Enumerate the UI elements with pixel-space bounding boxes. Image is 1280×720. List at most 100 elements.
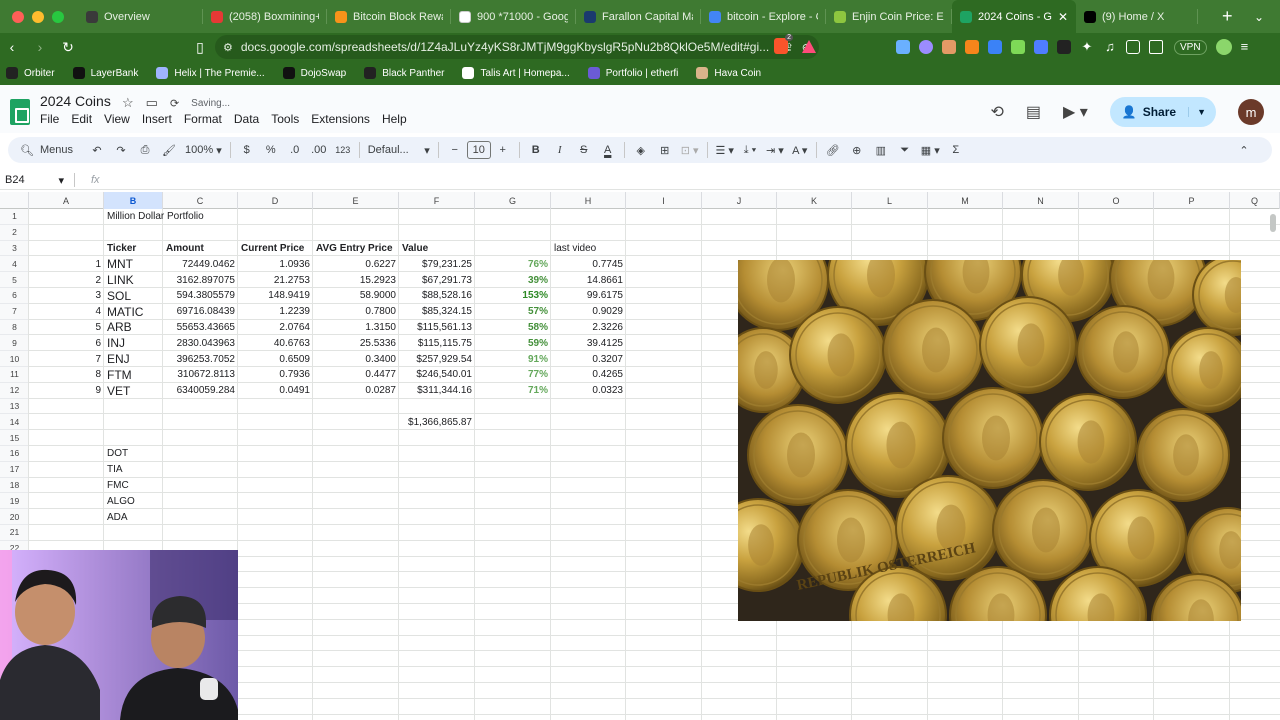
sidebar-icon[interactable] [1126, 40, 1140, 54]
header-avg-entry[interactable]: AVG Entry Price [313, 241, 399, 257]
portfolio-title[interactable]: Million Dollar Portfolio [104, 209, 204, 225]
avatar[interactable]: m [1238, 99, 1264, 125]
comments-icon[interactable]: ▤ [1026, 102, 1041, 122]
bookmark-item[interactable]: Black Panther [364, 67, 444, 79]
site-info-icon[interactable]: ⚙ [223, 41, 233, 54]
redo-icon[interactable]: ↷ [109, 137, 133, 163]
ext-icon-6[interactable] [1011, 40, 1025, 54]
row-header[interactable]: 20 [0, 509, 29, 525]
menu-insert[interactable]: Insert [142, 112, 172, 126]
amount-cell[interactable]: 69716.08439 [163, 304, 238, 320]
ticker-cell[interactable]: INJ [104, 335, 163, 351]
share-dropdown-icon[interactable]: ▼ [1188, 107, 1206, 117]
version-history-icon[interactable]: ⟲ [990, 102, 1003, 122]
wallet-icon[interactable] [1149, 40, 1163, 54]
total-value-cell[interactable]: $1,366,865.87 [399, 414, 475, 430]
amount-cell[interactable]: 396253.7052 [163, 351, 238, 367]
forward-icon[interactable]: › [28, 39, 52, 56]
row-header[interactable]: 9 [0, 335, 29, 352]
column-header-n[interactable]: N [1003, 192, 1079, 209]
value-cell[interactable]: $115,561.13 [399, 320, 475, 336]
row-header[interactable]: 2 [0, 225, 29, 241]
tab-item[interactable]: Bitcoin Block Reward [327, 0, 451, 33]
price-cell[interactable]: 0.0491 [238, 383, 313, 399]
row-header[interactable]: 6 [0, 288, 29, 304]
last-video-cell[interactable]: 14.8661 [551, 272, 626, 288]
row-header[interactable]: 18 [0, 478, 29, 494]
last-video-cell[interactable]: 0.3207 [551, 351, 626, 367]
entry-cell[interactable]: 15.2923 [313, 272, 399, 288]
entry-cell[interactable]: 0.4477 [313, 367, 399, 383]
value-cell[interactable]: $257,929.54 [399, 351, 475, 367]
decrease-decimal-button[interactable]: .0 [283, 137, 307, 163]
watchlist-cell[interactable]: DOT [104, 446, 163, 462]
row-header[interactable]: 14 [0, 414, 29, 431]
column-header-k[interactable]: K [777, 192, 852, 209]
header-last-video[interactable]: last video [551, 241, 626, 257]
menu-extensions[interactable]: Extensions [311, 112, 370, 126]
rank-cell[interactable]: 5 [29, 320, 104, 336]
header-value[interactable]: Value [399, 241, 475, 257]
gain-percent-cell[interactable]: 58% [475, 320, 551, 336]
gold-coins-image[interactable]: REPUBLIK OSTERREICH [738, 260, 1241, 621]
tab-item[interactable]: 2024 Coins - Goo ✕ [952, 0, 1076, 33]
brave-rewards-icon[interactable] [802, 39, 816, 53]
font-select[interactable]: Defaul... ▾ [364, 137, 434, 163]
share-button[interactable]: 👤 Share ▼ [1109, 97, 1216, 127]
amount-cell[interactable]: 3162.897075 [163, 272, 238, 288]
row-header[interactable]: 3 [0, 241, 29, 257]
watchlist-cell[interactable]: TIA [104, 462, 163, 478]
last-video-cell[interactable]: 2.3226 [551, 320, 626, 336]
insert-chart-icon[interactable]: ▥ [869, 137, 893, 163]
select-all-corner[interactable] [0, 192, 29, 209]
bookmark-item[interactable]: DojoSwap [282, 67, 346, 79]
entry-cell[interactable]: 25.5336 [313, 335, 399, 351]
header-current-price[interactable]: Current Price [238, 241, 313, 257]
merge-cells-icon[interactable]: ⊡ ▾ [677, 137, 703, 163]
gain-percent-cell[interactable]: 77% [475, 367, 551, 383]
rank-cell[interactable]: 9 [29, 383, 104, 399]
browser-menu-icon[interactable]: ≡ [1241, 40, 1255, 54]
back-icon[interactable]: ‹ [0, 39, 24, 56]
menu-file[interactable]: File [40, 112, 59, 126]
rank-cell[interactable]: 2 [29, 272, 104, 288]
ticker-cell[interactable]: LINK [104, 272, 163, 288]
rank-cell[interactable]: 7 [29, 351, 104, 367]
ticker-cell[interactable]: VET [104, 383, 163, 399]
tab-item[interactable]: 900 *71000 - Google [451, 0, 576, 33]
filter-views-icon[interactable]: ▦ ▾ [917, 137, 944, 163]
price-cell[interactable]: 1.2239 [238, 304, 313, 320]
rank-cell[interactable]: 6 [29, 335, 104, 351]
brave-shield-icon[interactable]: 2 [774, 34, 793, 54]
column-header-m[interactable]: M [928, 192, 1003, 209]
gain-percent-cell[interactable]: 71% [475, 383, 551, 399]
more-formats-button[interactable]: 123 [331, 137, 355, 163]
ext-icon-7[interactable] [1034, 40, 1048, 54]
amount-cell[interactable]: 55653.43665 [163, 320, 238, 336]
menu-edit[interactable]: Edit [71, 112, 92, 126]
price-cell[interactable]: 1.0936 [238, 256, 313, 272]
rank-cell[interactable]: 8 [29, 367, 104, 383]
watchlist-cell[interactable]: FMC [104, 478, 163, 494]
ticker-cell[interactable]: ENJ [104, 351, 163, 367]
price-cell[interactable]: 0.7936 [238, 367, 313, 383]
tab-item[interactable]: Enjin Coin Price: ENJ [826, 0, 952, 33]
menu-view[interactable]: View [104, 112, 130, 126]
italic-button[interactable]: I [548, 137, 572, 163]
column-header-e[interactable]: E [313, 192, 399, 209]
last-video-cell[interactable]: 0.9029 [551, 304, 626, 320]
last-video-cell[interactable]: 39.4125 [551, 335, 626, 351]
bookmark-item[interactable]: Orbiter [6, 67, 55, 79]
undo-icon[interactable]: ↶ [85, 137, 109, 163]
gain-percent-cell[interactable]: 39% [475, 272, 551, 288]
tab-item[interactable]: bitcoin - Explore - Go [701, 0, 826, 33]
new-tab-icon[interactable]: + [1212, 6, 1243, 27]
column-header-h[interactable]: H [551, 192, 626, 209]
entry-cell[interactable]: 1.3150 [313, 320, 399, 336]
value-cell[interactable]: $246,540.01 [399, 367, 475, 383]
amount-cell[interactable]: 2830.043963 [163, 335, 238, 351]
menu-help[interactable]: Help [382, 112, 407, 126]
row-header[interactable]: 11 [0, 367, 29, 383]
ext-icon-8[interactable] [1057, 40, 1071, 54]
bold-button[interactable]: B [524, 137, 548, 163]
